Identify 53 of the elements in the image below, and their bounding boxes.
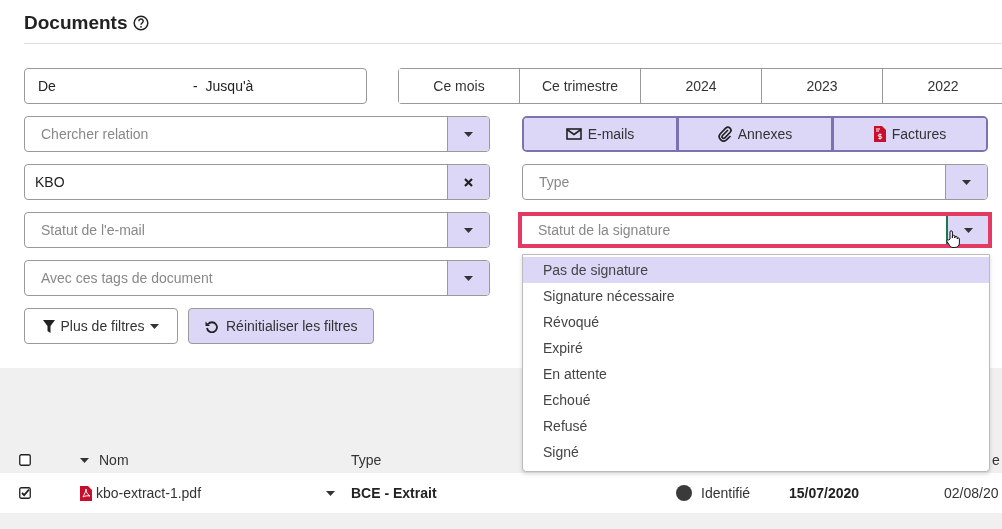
column-header[interactable]: Nom [99,452,129,468]
reset-icon [205,319,218,333]
select-field[interactable]: Type [522,164,988,200]
dropdown-option[interactable]: Expiré [523,335,989,361]
paperclip-icon [717,126,732,142]
checkbox[interactable] [19,454,31,466]
caret-icon [962,179,971,185]
select-field[interactable]: Statut de la signature [518,212,992,248]
toggle-button[interactable]: E-mails [524,118,676,150]
file-name-link[interactable]: kbo-extract-1.pdf [96,485,202,501]
dropdown-option[interactable]: Signé [523,439,989,465]
input-field[interactable]: KBO [24,164,490,200]
column-header[interactable]: Type [351,452,382,468]
table-cell-text: 15/07/2020 [789,485,861,501]
more-filters-button[interactable]: Plus de filtres [24,308,178,344]
dropdown-button[interactable] [946,216,988,244]
caret-icon [464,131,473,137]
caret-icon [149,323,159,329]
to-placeholder: Jusqu'à [205,78,254,94]
hand-cursor-icon [946,230,960,248]
reset-filters-button[interactable]: Réinitialiser les filtres [188,308,375,344]
page-title: Documents [24,12,128,34]
table-cell-text: 02/08/20 [944,485,1000,501]
help-icon [133,15,150,31]
from-placeholder: De [38,78,56,94]
pdf-file-icon [80,485,92,501]
invoice-icon [873,126,886,142]
dropdown-option[interactable]: Echoué [523,387,989,413]
status-dot-icon [676,485,692,501]
toggle-button[interactable]: Factures [831,118,986,150]
dropdown-option[interactable]: Pas de signature [523,257,989,283]
table-cell-text: BCE - Extrait [351,485,438,501]
toggle-button[interactable]: Annexes [676,118,831,150]
envelope-icon [565,128,582,140]
range-separator: - [192,78,198,94]
dropdown-option[interactable]: Refusé [523,413,989,439]
date-range-field[interactable]: De - Jusqu'à [24,68,367,104]
dropdown-option[interactable]: Signature nécessaire [523,283,989,309]
caret-icon [464,275,473,281]
checked-checkbox[interactable] [19,487,31,499]
select-field[interactable]: Chercher relation [24,116,490,152]
close-icon [464,177,473,187]
row-menu-caret-icon[interactable] [326,490,335,496]
column-header[interactable]: e [992,452,1000,468]
filter-icon [43,319,56,333]
select-field[interactable]: Statut de l'e-mail [24,212,490,248]
dropdown-option[interactable]: Révoqué [523,309,989,335]
dropdown-option[interactable]: En attente [523,361,989,387]
caret-icon [963,227,973,233]
clear-button[interactable] [447,165,489,199]
table-cell: Identifié [701,485,751,501]
select-field[interactable]: Avec ces tags de document [24,260,490,296]
caret-icon [464,227,473,233]
